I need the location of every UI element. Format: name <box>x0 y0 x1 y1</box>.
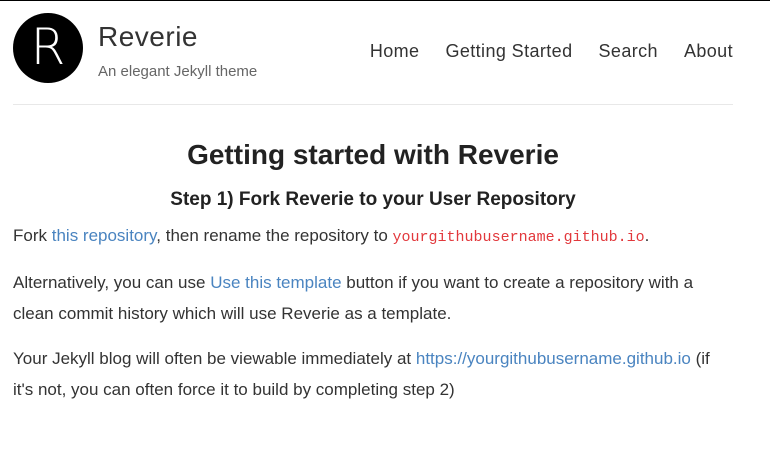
site-logo[interactable]: R <box>13 13 83 83</box>
article-content: Getting started with Reverie Step 1) For… <box>13 135 733 405</box>
paragraph-template: Alternatively, you can use Use this temp… <box>13 267 733 329</box>
github-io-link[interactable]: https://yourgithubusername.github.io <box>416 349 691 368</box>
paragraph-viewable: Your Jekyll blog will often be viewable … <box>13 343 733 405</box>
nav-search[interactable]: Search <box>599 41 658 62</box>
p1-text-before: Fork <box>13 226 52 245</box>
page-title: Getting started with Reverie <box>187 139 559 170</box>
top-border <box>0 0 770 1</box>
p2-text-before: Alternatively, you can use <box>13 273 211 292</box>
step1-heading: Step 1) Fork Reverie to your User Reposi… <box>170 189 576 210</box>
header-divider <box>13 104 733 105</box>
nav-home[interactable]: Home <box>370 41 420 62</box>
p3-text-before: Your Jekyll blog will often be viewable … <box>13 349 416 368</box>
nav-getting-started[interactable]: Getting Started <box>445 41 572 62</box>
this-repository-link[interactable]: this repository <box>52 226 157 245</box>
site-header: R Reverie An elegant Jekyll theme Home G… <box>13 11 733 103</box>
main-nav: Home Getting Started Search About <box>370 41 733 62</box>
repo-name-code: yourgithubusername.github.io <box>392 229 645 246</box>
site-title[interactable]: Reverie <box>98 21 198 53</box>
page: R Reverie An elegant Jekyll theme Home G… <box>0 0 770 469</box>
logo-letter: R <box>30 18 66 76</box>
paragraph-fork: Fork this repository, then rename the re… <box>13 220 733 253</box>
site-tagline: An elegant Jekyll theme <box>98 63 258 80</box>
p1-text-middle: , then rename the repository to <box>156 226 393 245</box>
nav-about[interactable]: About <box>684 41 733 62</box>
use-this-template-link[interactable]: Use this template <box>210 273 341 292</box>
p1-text-after: . <box>644 226 650 245</box>
